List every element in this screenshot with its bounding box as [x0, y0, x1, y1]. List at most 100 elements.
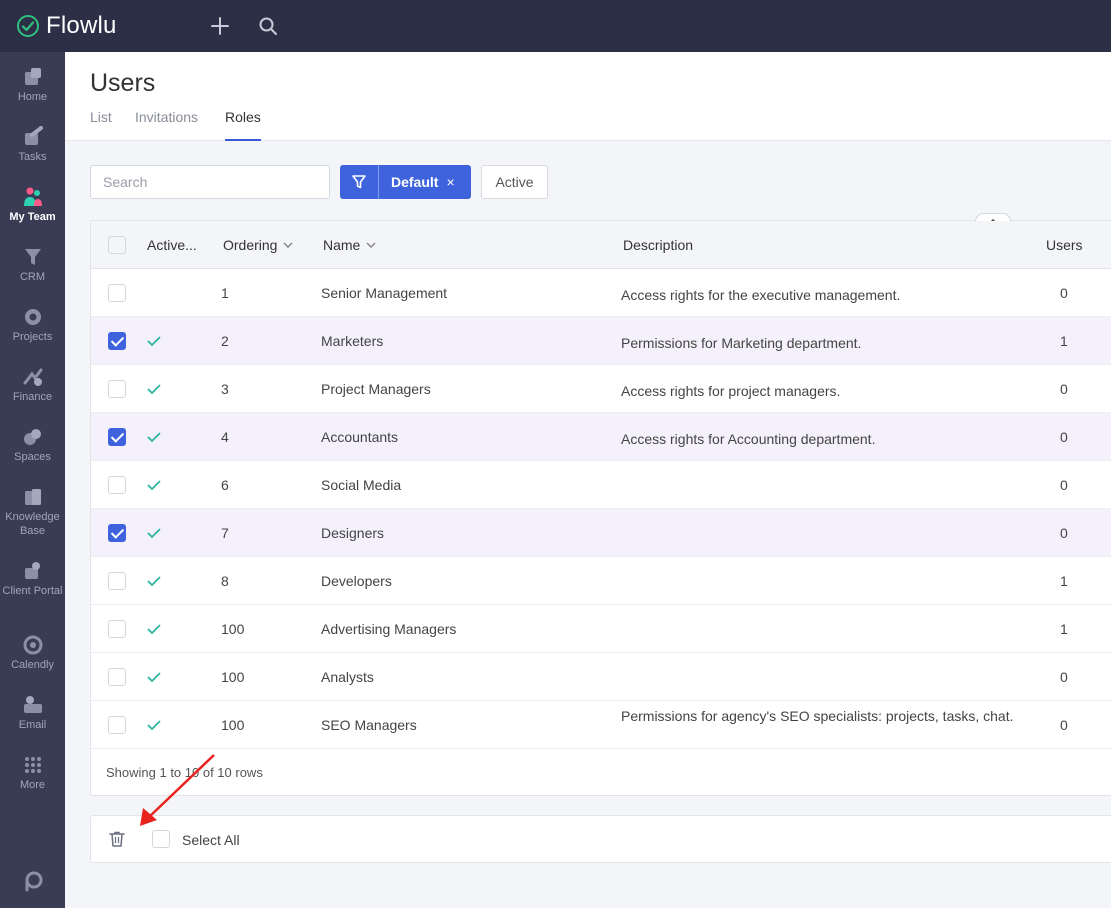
table-row[interactable]: 7 Designers 0: [91, 509, 1111, 557]
row-checkbox[interactable]: [108, 380, 126, 398]
users-count-cell: 0: [1060, 429, 1068, 445]
users-count-cell: 0: [1060, 477, 1068, 493]
sidebar-item-client-portal[interactable]: Client Portal: [0, 560, 65, 598]
row-checkbox[interactable]: [108, 284, 126, 302]
calendly-icon: [23, 635, 42, 655]
ordering-cell: 6: [221, 477, 229, 493]
row-checkbox[interactable]: [108, 572, 126, 590]
flowlu-brand-icon: [0, 870, 65, 894]
filter-label: Default: [391, 174, 439, 190]
active-check-icon: [147, 336, 161, 346]
select-all-label: Select All: [182, 832, 240, 848]
client-portal-icon: [24, 562, 40, 579]
trash-icon[interactable]: [108, 830, 126, 848]
search-input[interactable]: [90, 165, 330, 199]
sidebar-item-more[interactable]: More: [0, 754, 65, 792]
plus-icon[interactable]: [207, 13, 233, 39]
ordering-cell: 100: [221, 621, 245, 637]
table-row[interactable]: 4 Accountants Access rights for Accounting…: [91, 413, 1111, 461]
table-row[interactable]: 100 Analysts 0: [91, 653, 1111, 701]
active-check-icon: [147, 432, 161, 442]
home-icon: [24, 68, 41, 85]
description-cell: Permissions for Marketing department.: [621, 335, 862, 351]
users-count-cell: 0: [1060, 525, 1068, 541]
description-cell: Access rights for project managers.: [621, 383, 841, 399]
search-icon[interactable]: [255, 13, 281, 39]
row-checkbox[interactable]: [108, 332, 126, 350]
row-checkbox[interactable]: [108, 428, 126, 446]
sidebar-item-tasks[interactable]: Tasks: [0, 126, 65, 164]
select-all-checkbox[interactable]: [152, 830, 170, 848]
sidebar-item-calendly[interactable]: Calendly: [0, 634, 65, 672]
users-count-cell: 0: [1060, 669, 1068, 685]
sidebar-item-crm[interactable]: CRM: [0, 246, 65, 284]
role-name-cell: Accountants: [321, 429, 399, 445]
row-checkbox[interactable]: [108, 476, 126, 494]
row-checkbox[interactable]: [108, 524, 126, 542]
tab-roles[interactable]: Roles: [225, 109, 261, 141]
column-name[interactable]: Name: [323, 237, 376, 253]
sidebar-item-email[interactable]: Email: [0, 694, 65, 732]
column-active[interactable]: Active...: [147, 237, 197, 253]
filter-icon: [340, 165, 379, 199]
ordering-cell: 100: [221, 717, 245, 733]
role-name-cell: Designers: [321, 525, 385, 541]
column-description[interactable]: Description: [623, 237, 693, 253]
sidebar-item-finance[interactable]: Finance: [0, 366, 65, 404]
ordering-cell: 100: [221, 669, 245, 685]
column-users[interactable]: Users: [1046, 237, 1083, 253]
table-header: Active... Ordering Name Description User…: [91, 221, 1111, 269]
header-checkbox[interactable]: [108, 236, 126, 254]
active-check-icon: [147, 576, 161, 586]
sidebar-item-my-team[interactable]: My Team: [0, 186, 65, 224]
sidebar-item-spaces[interactable]: Spaces: [0, 426, 65, 464]
table-row[interactable]: 2 Marketers Permissions for Marketing depa…: [91, 317, 1111, 365]
role-name-cell: Marketers: [321, 333, 384, 349]
table-row[interactable]: 6 Social Media 0: [91, 461, 1111, 509]
ordering-cell: 8: [221, 573, 229, 589]
page-header: Users List Invitations Roles: [65, 52, 1111, 141]
tab-list[interactable]: List: [90, 109, 112, 141]
row-checkbox[interactable]: [108, 716, 126, 734]
table-row[interactable]: 100 Advertising Managers 1: [91, 605, 1111, 653]
sidebar-item-home[interactable]: Home: [0, 66, 65, 104]
tasks-icon: [24, 126, 43, 145]
filter-button[interactable]: Default ×: [340, 165, 471, 199]
table-row[interactable]: 1 Senior Management Access rights for the …: [91, 269, 1111, 317]
ordering-cell: 2: [221, 333, 229, 349]
description-cell: Permissions for agency's SEO specialists…: [621, 708, 1014, 724]
table-row[interactable]: 100 SEO Managers Permissions for agency's …: [91, 701, 1111, 749]
knowledge-base-icon: [24, 489, 41, 505]
finance-icon: [23, 368, 42, 386]
active-filter-button[interactable]: Active: [481, 165, 548, 199]
role-name-cell: Analysts: [321, 669, 374, 685]
active-check-icon: [147, 528, 161, 538]
role-name-cell: Developers: [321, 573, 392, 589]
role-name-cell: Project Managers: [321, 381, 431, 397]
bulk-actions-bar: Select All: [90, 815, 1111, 863]
tab-invitations[interactable]: Invitations: [135, 109, 198, 141]
crm-icon: [24, 249, 41, 265]
chevron-down-icon: [366, 242, 376, 248]
sidebar-item-knowledge-base[interactable]: Knowledge Base: [0, 486, 65, 538]
row-checkbox[interactable]: [108, 620, 126, 638]
chevron-down-icon: [283, 242, 293, 248]
spaces-icon: [23, 429, 41, 445]
app-logo[interactable]: Flowlu: [16, 12, 117, 40]
users-count-cell: 0: [1060, 717, 1068, 733]
roles-table: Active... Ordering Name Description User…: [90, 213, 1111, 796]
row-checkbox[interactable]: [108, 668, 126, 686]
table-row[interactable]: 3 Project Managers Access rights for proje…: [91, 365, 1111, 413]
column-ordering[interactable]: Ordering: [223, 237, 293, 253]
table-row[interactable]: 8 Developers 1: [91, 557, 1111, 605]
ordering-cell: 3: [221, 381, 229, 397]
clear-filter-icon[interactable]: ×: [446, 174, 454, 190]
users-count-cell: 0: [1060, 285, 1068, 301]
app-name: Flowlu: [46, 12, 117, 39]
role-name-cell: SEO Managers: [321, 717, 417, 733]
sidebar-item-projects[interactable]: Projects: [0, 306, 65, 344]
active-check-icon: [147, 672, 161, 682]
page-title: Users: [90, 69, 156, 97]
description-cell: Access rights for the executive manageme…: [621, 287, 901, 303]
more-icon: [24, 757, 41, 773]
